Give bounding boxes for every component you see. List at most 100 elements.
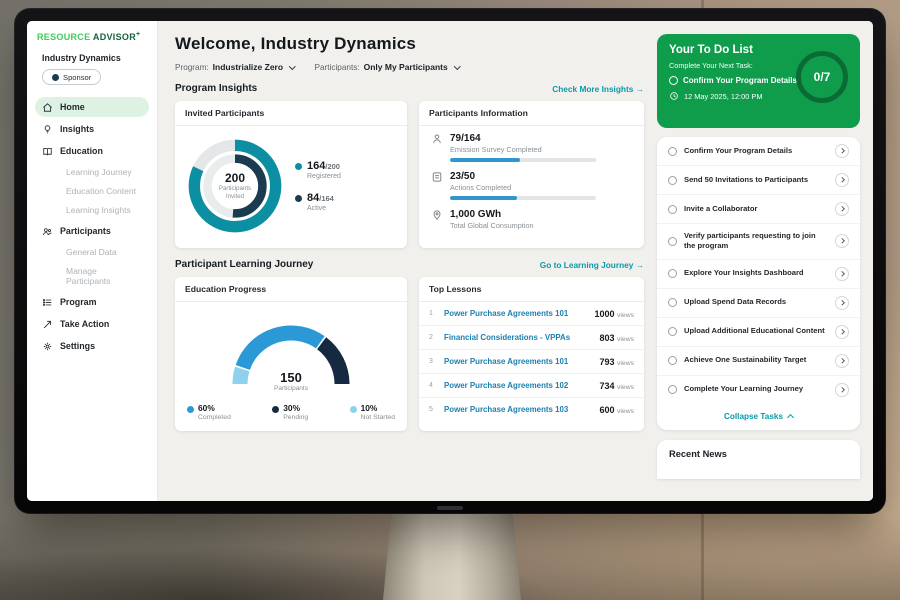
legend-total: /164 bbox=[319, 194, 334, 203]
filter-bar: Program: Industrialize Zero Participants… bbox=[175, 62, 644, 72]
sidebar-item-learning-journey[interactable]: Learning Journey bbox=[35, 163, 149, 181]
legend-label: Not Started bbox=[361, 414, 395, 421]
top-lessons-card: Top Lessons 1 Power Purchase Agreements … bbox=[419, 277, 644, 431]
chevron-right-icon bbox=[839, 177, 844, 182]
check-more-insights-link[interactable]: Check More Insights → bbox=[552, 84, 644, 94]
donut-legend: 164/200 Registered 84/164 Active bbox=[295, 160, 341, 212]
link-label: Check More Insights bbox=[552, 84, 633, 94]
sidebar-item-education-content[interactable]: Education Content bbox=[35, 182, 149, 200]
sidebar-item-label: Insights bbox=[60, 124, 94, 134]
chevron-up-icon bbox=[787, 413, 794, 420]
sidebar-nav: Home Insights Education Learning Journey… bbox=[27, 97, 157, 356]
checkbox-icon[interactable] bbox=[668, 147, 677, 156]
legend-value: 30% bbox=[283, 403, 308, 413]
legend-label: Registered bbox=[307, 173, 341, 180]
task-chevron-button[interactable] bbox=[835, 354, 849, 368]
sidebar-item-insights[interactable]: Insights bbox=[35, 119, 149, 139]
chevron-down-icon bbox=[289, 63, 295, 69]
task-chevron-button[interactable] bbox=[835, 296, 849, 310]
lesson-link[interactable]: Power Purchase Agreements 103 bbox=[444, 405, 592, 414]
sidebar-item-home[interactable]: Home bbox=[35, 97, 149, 117]
sidebar-item-settings[interactable]: Settings bbox=[35, 336, 149, 356]
stat-value: 79/164 bbox=[450, 133, 596, 144]
monitor-stand bbox=[383, 514, 521, 600]
legend-not-started: 10%Not Started bbox=[350, 403, 395, 421]
legend-dot bbox=[350, 406, 357, 413]
todo-progress-value: 0/7 bbox=[814, 70, 831, 84]
task-chevron-button[interactable] bbox=[835, 383, 849, 397]
checkbox-icon[interactable] bbox=[668, 205, 677, 214]
sponsor-badge-label: Sponsor bbox=[63, 73, 91, 82]
participants-filter-label: Participants: bbox=[315, 63, 360, 72]
checkbox-icon[interactable] bbox=[668, 269, 677, 278]
task-row[interactable]: Invite a Collaborator bbox=[657, 195, 860, 224]
sidebar-item-manage-participants[interactable]: Manage Participants bbox=[35, 262, 149, 290]
checkbox-icon[interactable] bbox=[668, 327, 677, 336]
sidebar-item-general-data[interactable]: General Data bbox=[35, 243, 149, 261]
lesson-views: 600 bbox=[599, 405, 614, 415]
task-chevron-button[interactable] bbox=[835, 173, 849, 187]
task-row[interactable]: Explore Your Insights Dashboard bbox=[657, 260, 860, 289]
arrow-right-icon: → bbox=[636, 260, 644, 270]
sidebar-item-learning-insights[interactable]: Learning Insights bbox=[35, 201, 149, 219]
participants-filter[interactable]: Participants: Only My Participants bbox=[315, 62, 460, 72]
task-label: Upload Spend Data Records bbox=[684, 297, 828, 307]
go-to-learning-journey-link[interactable]: Go to Learning Journey → bbox=[540, 260, 644, 270]
task-chevron-button[interactable] bbox=[835, 267, 849, 281]
task-chevron-button[interactable] bbox=[835, 144, 849, 158]
checkbox-icon[interactable] bbox=[668, 385, 677, 394]
task-chevron-button[interactable] bbox=[835, 234, 849, 248]
checkbox-icon[interactable] bbox=[668, 176, 677, 185]
task-chevron-button[interactable] bbox=[835, 202, 849, 216]
checkbox-icon[interactable] bbox=[669, 76, 678, 85]
sidebar-item-participants[interactable]: Participants bbox=[35, 221, 149, 241]
task-row[interactable]: Complete Your Learning Journey bbox=[657, 376, 860, 404]
stat-value: 23/50 bbox=[450, 171, 596, 182]
lesson-rank: 1 bbox=[429, 310, 437, 317]
sidebar-item-program[interactable]: Program bbox=[35, 292, 149, 312]
task-row[interactable]: Achieve One Sustainability Target bbox=[657, 347, 860, 376]
task-row[interactable]: Verify participants requesting to join t… bbox=[657, 224, 860, 260]
checkbox-icon[interactable] bbox=[668, 356, 677, 365]
sponsor-badge[interactable]: Sponsor bbox=[42, 69, 101, 85]
task-row[interactable]: Upload Additional Educational Content bbox=[657, 318, 860, 347]
arrow-right-icon: → bbox=[636, 84, 644, 94]
lesson-link[interactable]: Financial Considerations - VPPAs bbox=[444, 333, 592, 342]
lesson-link[interactable]: Power Purchase Agreements 101 bbox=[444, 357, 592, 366]
sponsor-icon bbox=[52, 74, 59, 81]
lesson-link[interactable]: Power Purchase Agreements 101 bbox=[444, 309, 587, 318]
todo-summary-card: Your To Do List Complete Your Next Task:… bbox=[657, 34, 860, 128]
logo-resource: RESOURCE bbox=[37, 32, 90, 42]
collapse-tasks-link[interactable]: Collapse Tasks bbox=[657, 404, 860, 430]
task-chevron-button[interactable] bbox=[835, 325, 849, 339]
sidebar-item-education[interactable]: Education bbox=[35, 141, 149, 161]
participants-icon bbox=[42, 226, 53, 237]
legend-registered: 164/200 Registered bbox=[295, 160, 341, 180]
org-name: Industry Dynamics bbox=[27, 53, 157, 63]
recent-news-title: Recent News bbox=[669, 449, 727, 459]
gauge-center-value: 150 bbox=[216, 370, 366, 385]
checkbox-icon[interactable] bbox=[668, 298, 677, 307]
program-filter[interactable]: Program: Industrialize Zero bbox=[175, 62, 295, 72]
legend-total: /200 bbox=[325, 162, 340, 171]
legend-dot bbox=[295, 163, 302, 170]
section-title-learning-journey: Participant Learning Journey bbox=[175, 259, 313, 270]
gauge-legend: 60%Completed 30%Pending 10%Not Started bbox=[175, 396, 407, 431]
lesson-rank: 5 bbox=[429, 406, 437, 413]
participants-information-card: Participants Information 79/164 Emission… bbox=[419, 101, 644, 248]
task-row[interactable]: Confirm Your Program Details bbox=[657, 137, 860, 166]
donut-center-value: 200 bbox=[225, 171, 245, 185]
donut-chart: 200 Participants Invited bbox=[183, 134, 287, 238]
clock-icon bbox=[669, 91, 679, 101]
card-title: Participants Information bbox=[419, 101, 644, 126]
sidebar-item-take-action[interactable]: Take Action bbox=[35, 314, 149, 334]
lesson-views: 734 bbox=[599, 381, 614, 391]
chevron-right-icon bbox=[839, 387, 844, 392]
task-row[interactable]: Upload Spend Data Records bbox=[657, 289, 860, 318]
task-label: Explore Your Insights Dashboard bbox=[684, 268, 828, 278]
task-row[interactable]: Send 50 Invitations to Participants bbox=[657, 166, 860, 195]
todo-next-task[interactable]: Confirm Your Program Details bbox=[669, 76, 801, 85]
logo-advisor: ADVISOR bbox=[93, 32, 136, 42]
checkbox-icon[interactable] bbox=[668, 237, 677, 246]
lesson-link[interactable]: Power Purchase Agreements 102 bbox=[444, 381, 592, 390]
